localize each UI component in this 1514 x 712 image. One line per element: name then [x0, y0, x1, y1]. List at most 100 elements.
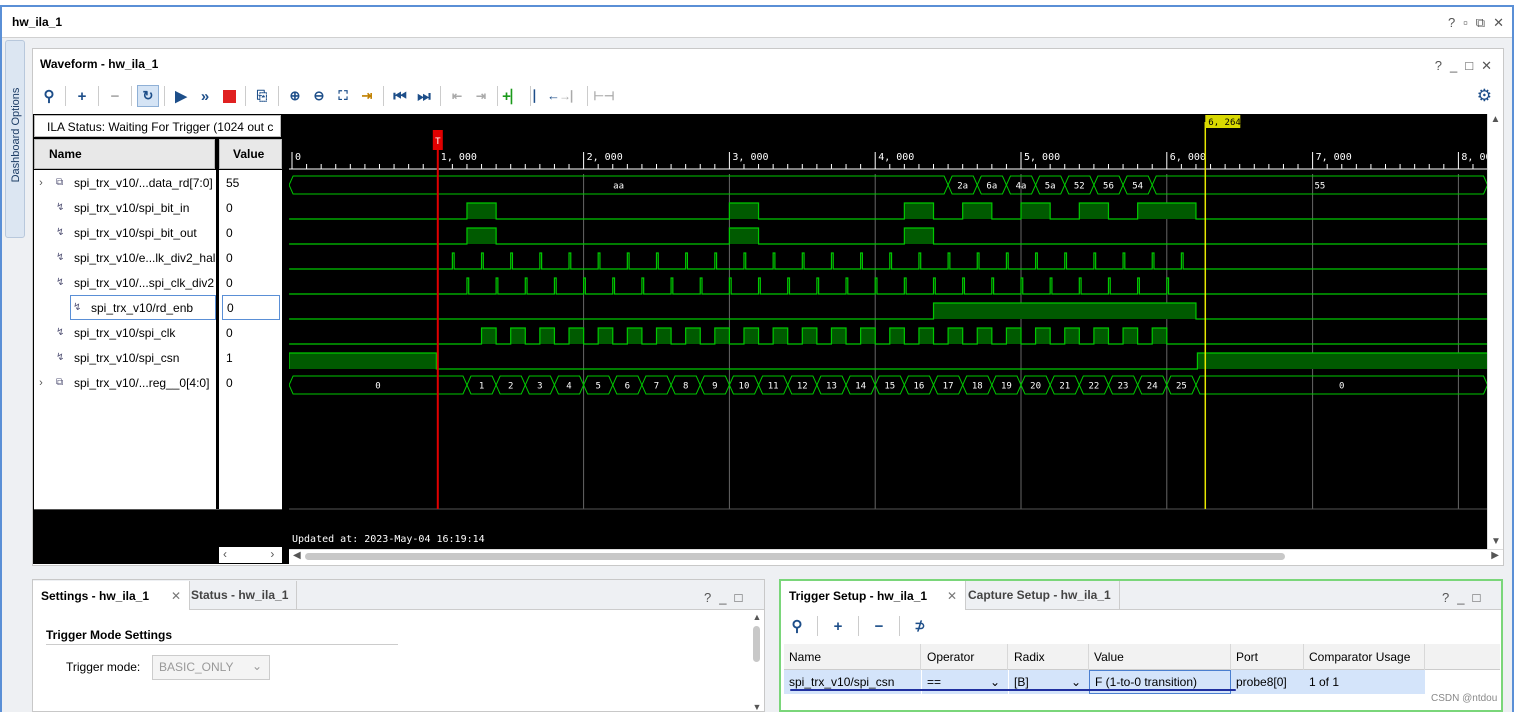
minimize-icon[interactable]: ▫ — [1463, 15, 1468, 31]
col-comparator-usage[interactable]: Comparator Usage — [1304, 644, 1425, 670]
wave-vscroll[interactable]: ▲ ▼ — [1487, 114, 1503, 549]
signal-row[interactable]: ↯ spi_trx_v10/rd_enb — [70, 295, 216, 320]
reg-bus-value: 13 — [826, 382, 837, 392]
name-hscroll[interactable]: ‹ › — [219, 547, 282, 563]
minimize-icon[interactable]: _ — [1457, 590, 1464, 605]
signal-row[interactable]: ↯ spi_trx_v10/e...lk_div2_hal — [34, 245, 216, 270]
signal-row[interactable]: › ⧉ spi_trx_v10/...data_rd[7:0] — [34, 170, 216, 195]
tab-capture-setup[interactable]: Capture Setup - hw_ila_1 — [960, 581, 1120, 609]
tab-settings[interactable]: Settings - hw_ila_1 ✕ — [33, 581, 191, 610]
spi-clk-high-fill — [1006, 328, 1021, 344]
reg-bus-value: 18 — [972, 382, 983, 392]
col-name[interactable]: Name — [784, 644, 921, 670]
waveform-controls: ? _ □ ✕ — [1435, 58, 1492, 74]
data-rd-bus-value: aa — [613, 182, 624, 192]
reg-bus-value: 2 — [508, 382, 513, 392]
signal-row[interactable]: ↯ spi_trx_v10/spi_csn — [34, 345, 216, 370]
ruler-label: 6, 000 — [1170, 152, 1206, 163]
close-tab-icon[interactable]: ✕ — [947, 589, 957, 603]
help-icon[interactable]: ? — [704, 590, 711, 605]
maximize-icon[interactable]: □ — [734, 590, 742, 605]
signal-row[interactable]: ↯ spi_trx_v10/spi_clk — [34, 320, 216, 345]
reg-bus-value: 15 — [884, 382, 895, 392]
scroll-up-icon[interactable]: ▲ — [750, 612, 764, 622]
zoom-fit-icon[interactable]: ⛶ — [332, 85, 354, 107]
hscroll-thumb[interactable] — [305, 553, 1285, 560]
next-marker-icon[interactable]: →⎸ — [559, 85, 583, 107]
name-column-header[interactable]: Name — [34, 139, 215, 169]
scroll-down-icon[interactable]: ▼ — [1488, 536, 1504, 547]
chevron-down-icon: ⌄ — [251, 659, 262, 673]
tab-trigger-setup[interactable]: Trigger Setup - hw_ila_1 ✕ — [781, 581, 967, 610]
go-to-start-icon[interactable]: ⏮ — [389, 85, 411, 107]
help-icon[interactable]: ? — [1448, 15, 1455, 31]
clk-div2-half-trace — [289, 252, 1487, 270]
search-icon[interactable]: ⚲ — [786, 615, 808, 637]
col-port[interactable]: Port — [1231, 644, 1304, 670]
go-to-cursor-icon[interactable]: ⇥ — [356, 85, 378, 107]
run-immediate-icon[interactable]: » — [194, 85, 216, 107]
spi-bit-in-high-fill — [1079, 203, 1109, 219]
signal-row[interactable]: ↯ spi_trx_v10/...spi_clk_div2 — [34, 270, 216, 295]
previous-marker-icon[interactable]: ⎸← — [534, 85, 560, 107]
minimize-icon[interactable]: _ — [1450, 58, 1457, 74]
scroll-up-icon[interactable]: ▲ — [1488, 114, 1503, 125]
next-transition-icon[interactable]: ⇥ — [470, 85, 492, 107]
signal-rows: › ⧉ spi_trx_v10/...data_rd[7:0] 55 ↯ spi_trx_… — [34, 170, 284, 400]
close-tab-icon[interactable]: ✕ — [171, 589, 181, 603]
stop-icon[interactable] — [218, 85, 240, 107]
signal-row[interactable]: ↯ spi_trx_v10/spi_bit_in — [34, 195, 216, 220]
maximize-icon[interactable]: □ — [1472, 590, 1480, 605]
scroll-right-icon[interactable]: ▶ — [1491, 550, 1499, 561]
help-icon[interactable]: ? — [1442, 590, 1449, 605]
float-icon[interactable]: ⧉ — [1476, 15, 1485, 31]
swap-cursors-icon[interactable]: ⊢⊣ — [593, 85, 615, 107]
wave-hscroll[interactable]: ◀ ▶ — [289, 549, 1503, 563]
close-icon[interactable]: ✕ — [1481, 58, 1492, 74]
logic-gate-icon[interactable]: ⊅ — [909, 615, 931, 637]
settings-vscroll[interactable]: ▲ ▼ — [750, 612, 764, 712]
tab-status-label: Status - hw_ila_1 — [191, 588, 289, 602]
reg-bus-value: 4 — [566, 382, 571, 392]
col-operator[interactable]: Operator — [922, 644, 1008, 670]
add-icon[interactable]: + — [71, 85, 93, 107]
zoom-out-icon[interactable]: ⊖ — [308, 85, 330, 107]
col-radix[interactable]: Radix — [1009, 644, 1089, 670]
data-rd-bus-value: 55 — [1314, 182, 1325, 192]
scroll-left-icon[interactable]: ◀ — [293, 550, 301, 561]
auto-retrigger-icon[interactable]: ↻ — [137, 85, 159, 107]
maximize-icon[interactable]: □ — [1465, 58, 1473, 74]
vscroll-thumb[interactable] — [753, 626, 760, 662]
export-icon[interactable]: ⎘ — [251, 85, 273, 107]
dashboard-options-label: Dashboard Options — [10, 87, 22, 183]
trigger-mode-select[interactable]: BASIC_ONLY ⌄ — [152, 655, 270, 680]
close-icon[interactable]: ✕ — [1493, 15, 1504, 31]
col-value[interactable]: Value — [1089, 644, 1231, 670]
value-text: F (1-to-0 transition) — [1095, 675, 1198, 689]
minimize-icon[interactable]: _ — [719, 590, 726, 605]
search-icon[interactable]: ⚲ — [38, 85, 60, 107]
signal-row[interactable]: ↯ spi_trx_v10/spi_bit_out — [34, 220, 216, 245]
go-to-end-icon[interactable]: ⏭ — [413, 85, 435, 107]
add-marker-icon[interactable]: +⎸ — [502, 85, 526, 107]
run-trigger-icon[interactable]: ▶ — [170, 85, 192, 107]
expand-chevron-icon[interactable]: › — [34, 377, 48, 389]
window-controls: ? ▫ ⧉ ✕ — [1448, 15, 1504, 31]
scroll-down-icon[interactable]: ▼ — [750, 702, 764, 712]
help-icon[interactable]: ? — [1435, 58, 1442, 74]
reg-bus-value: 12 — [797, 382, 808, 392]
wire-icon: ↯ — [73, 302, 82, 313]
settings-gear-icon[interactable]: ⚙ — [1477, 86, 1492, 106]
value-column-header[interactable]: Value — [219, 139, 282, 169]
add-probe-icon[interactable]: + — [827, 615, 849, 637]
previous-transition-icon[interactable]: ⇤ — [446, 85, 468, 107]
dashboard-options-tab[interactable]: Dashboard Options — [5, 40, 25, 238]
expand-chevron-icon[interactable]: › — [34, 177, 48, 189]
tab-status[interactable]: Status - hw_ila_1 — [183, 581, 298, 609]
waveform-display[interactable]: 0 1, 000 2, 000 3, 000 4, 000 5, 000 6, 000 7, … — [289, 114, 1487, 549]
usage-text: 1 of 1 — [1309, 675, 1340, 689]
remove-icon[interactable]: − — [104, 85, 126, 107]
zoom-in-icon[interactable]: ⊕ — [284, 85, 306, 107]
remove-probe-icon[interactable]: − — [868, 615, 890, 637]
signal-row[interactable]: › ⧉ spi_trx_v10/...reg__0[4:0] — [34, 370, 216, 395]
